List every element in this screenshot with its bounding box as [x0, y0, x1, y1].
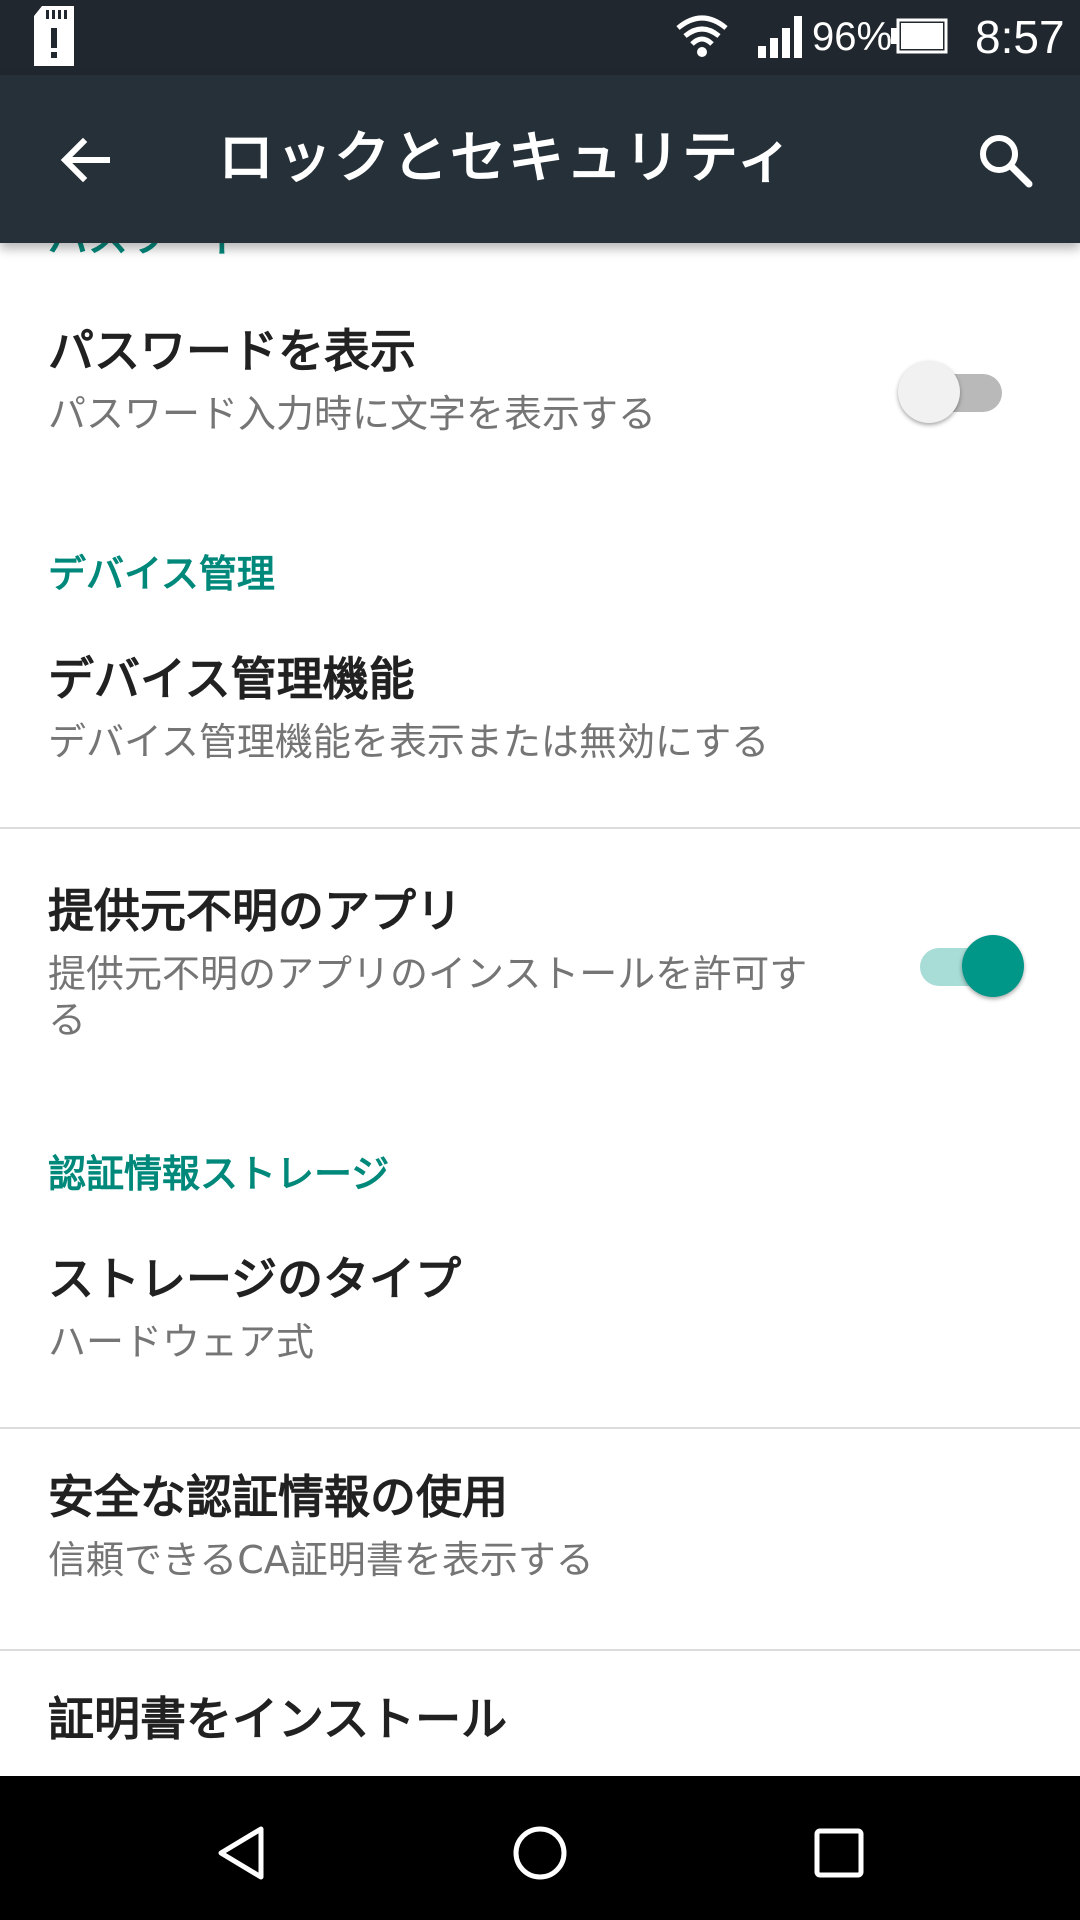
nav-recents-icon [814, 1828, 864, 1878]
back-button[interactable] [40, 115, 130, 205]
nav-home-icon [513, 1826, 567, 1880]
item-title: 安全な認証情報の使用 [48, 1470, 508, 1524]
status-bar: 96% 8:57 [0, 0, 1080, 75]
item-summary: 信頼できるCA証明書を表示する [48, 1538, 594, 1582]
signal-icon [756, 14, 804, 62]
list-item-device-admin[interactable]: デバイス管理機能 デバイス管理機能を表示または無効にする [0, 633, 1080, 827]
item-title: デバイス管理機能 [48, 652, 415, 706]
item-summary: デバイス管理機能を表示または無効にする [48, 720, 770, 764]
app-bar: ロックとセキュリティ [0, 75, 1080, 243]
nav-back-icon [218, 1826, 264, 1880]
nav-home-button[interactable] [495, 1808, 585, 1898]
search-button[interactable] [960, 115, 1050, 205]
item-title: ストレージのタイプ [48, 1252, 462, 1306]
battery-percent: 96% [812, 15, 893, 59]
item-summary: パスワード入力時に文字を表示する [48, 392, 657, 436]
section-header-credential-storage: 認証情報ストレージ [48, 1152, 390, 1196]
show-password-toggle[interactable] [898, 361, 1002, 423]
section-header-device-admin: デバイス管理 [48, 552, 275, 596]
item-title: パスワードを表示 [48, 324, 416, 378]
battery-icon [890, 18, 948, 58]
list-item-trusted-credentials[interactable]: 安全な認証情報の使用 信頼できるCA証明書を表示する [0, 1429, 1080, 1649]
navigation-bar [0, 1776, 1080, 1920]
list-item-unknown-sources[interactable]: 提供元不明のアプリ 提供元不明のアプリのインストールを許可する [0, 829, 1080, 1079]
nav-recents-button[interactable] [794, 1808, 884, 1898]
item-title: 証明書をインストール [48, 1692, 508, 1746]
unknown-sources-toggle[interactable] [920, 935, 1024, 997]
page-title: ロックとセキュリティ [218, 126, 795, 191]
sd-card-alert-icon [30, 4, 78, 72]
item-summary: 提供元不明のアプリのインストールを許可する [48, 952, 808, 1042]
search-icon [980, 135, 1033, 188]
item-summary: ハードウェア式 [48, 1320, 315, 1364]
wifi-icon [674, 14, 730, 64]
list-item-show-password[interactable]: パスワードを表示 パスワード入力時に文字を表示する [0, 243, 1080, 473]
item-title: 提供元不明のアプリ [48, 884, 462, 938]
list-item-install-certificates[interactable]: 証明書をインストール [0, 1651, 1080, 1776]
nav-back-button[interactable] [196, 1808, 286, 1898]
arrow-back-icon [60, 137, 110, 183]
clock: 8:57 [975, 11, 1065, 63]
settings-list[interactable]: パスワード パスワードを表示 パスワード入力時に文字を表示する デバイス管理 デ… [0, 243, 1080, 1776]
list-item-storage-type[interactable]: ストレージのタイプ ハードウェア式 [0, 1233, 1080, 1427]
